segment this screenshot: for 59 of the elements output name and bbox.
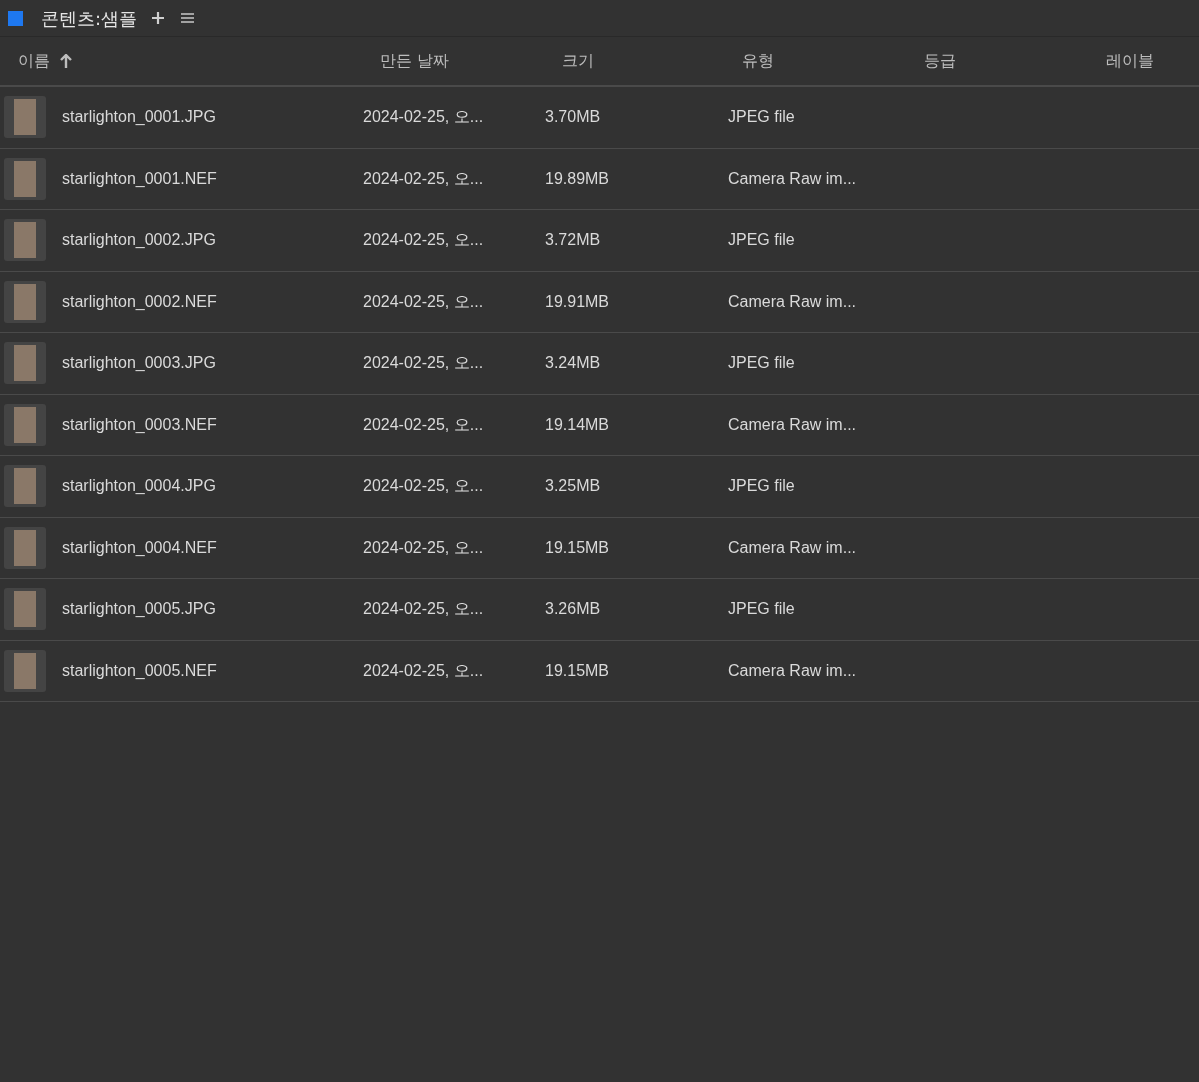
file-name: starlighton_0002.NEF	[62, 292, 217, 310]
file-size: 19.89MB	[545, 169, 610, 187]
column-header[interactable]: 등급	[924, 49, 956, 73]
column-header[interactable]: 만든 날짜	[380, 49, 450, 73]
sort-ascending-icon[interactable]	[60, 54, 72, 68]
file-name: starlighton_0004.JPG	[62, 477, 216, 495]
created-date: 2024-02-25, 오...	[363, 169, 484, 187]
photo-placeholder	[14, 406, 36, 443]
column-header[interactable]: 레이블	[1106, 49, 1154, 73]
file-size: 19.15MB	[545, 538, 610, 556]
file-type: JPEG file	[728, 477, 795, 495]
created-date: 2024-02-25, 오...	[363, 354, 484, 372]
panel-icon	[8, 10, 23, 26]
file-type: JPEG file	[728, 231, 795, 249]
file-name: starlighton_0004.NEF	[62, 538, 217, 556]
file-type: Camera Raw im...	[728, 169, 857, 187]
photo-placeholder	[14, 222, 36, 259]
file-size: 3.24MB	[545, 354, 601, 372]
file-type: JPEG file	[728, 108, 795, 126]
file-name: starlighton_0005.NEF	[62, 661, 217, 679]
photo-placeholder	[14, 160, 36, 197]
photo-placeholder	[14, 99, 36, 136]
file-type: Camera Raw im...	[728, 415, 857, 433]
photo-placeholder	[14, 345, 36, 382]
file-size: 19.91MB	[545, 292, 610, 310]
file-type: JPEG file	[728, 354, 795, 372]
column-header[interactable]: 크기	[562, 49, 594, 73]
created-date: 2024-02-25, 오...	[363, 231, 484, 249]
file-type: Camera Raw im...	[728, 661, 857, 679]
created-date: 2024-02-25, 오...	[363, 292, 484, 310]
photo-placeholder	[14, 283, 36, 320]
file-type: Camera Raw im...	[728, 538, 857, 556]
file-size: 3.70MB	[545, 108, 601, 126]
created-date: 2024-02-25, 오...	[363, 477, 484, 495]
file-size: 3.72MB	[545, 231, 601, 249]
panel-title: 콘텐츠:샘플	[41, 6, 138, 31]
photo-placeholder	[14, 529, 36, 566]
file-name: starlighton_0001.NEF	[62, 169, 217, 187]
photo-placeholder	[14, 652, 36, 689]
column-header[interactable]: 유형	[742, 49, 774, 73]
file-size: 3.25MB	[545, 477, 601, 495]
created-date: 2024-02-25, 오...	[363, 108, 484, 126]
file-name: starlighton_0003.JPG	[62, 354, 216, 372]
created-date: 2024-02-25, 오...	[363, 538, 484, 556]
file-size: 19.14MB	[545, 415, 610, 433]
file-name: starlighton_0002.JPG	[62, 231, 216, 249]
created-date: 2024-02-25, 오...	[363, 661, 484, 679]
created-date: 2024-02-25, 오...	[363, 415, 484, 433]
file-name: starlighton_0001.JPG	[62, 108, 216, 126]
file-name: starlighton_0003.NEF	[62, 415, 217, 433]
file-type: JPEG file	[728, 600, 795, 618]
file-name: starlighton_0005.JPG	[62, 600, 216, 618]
file-size: 3.26MB	[545, 600, 601, 618]
file-size: 19.15MB	[545, 661, 610, 679]
column-header[interactable]: 이름	[18, 49, 50, 73]
photo-placeholder	[14, 468, 36, 505]
file-type: Camera Raw im...	[728, 292, 857, 310]
photo-placeholder	[14, 591, 36, 628]
created-date: 2024-02-25, 오...	[363, 600, 484, 618]
